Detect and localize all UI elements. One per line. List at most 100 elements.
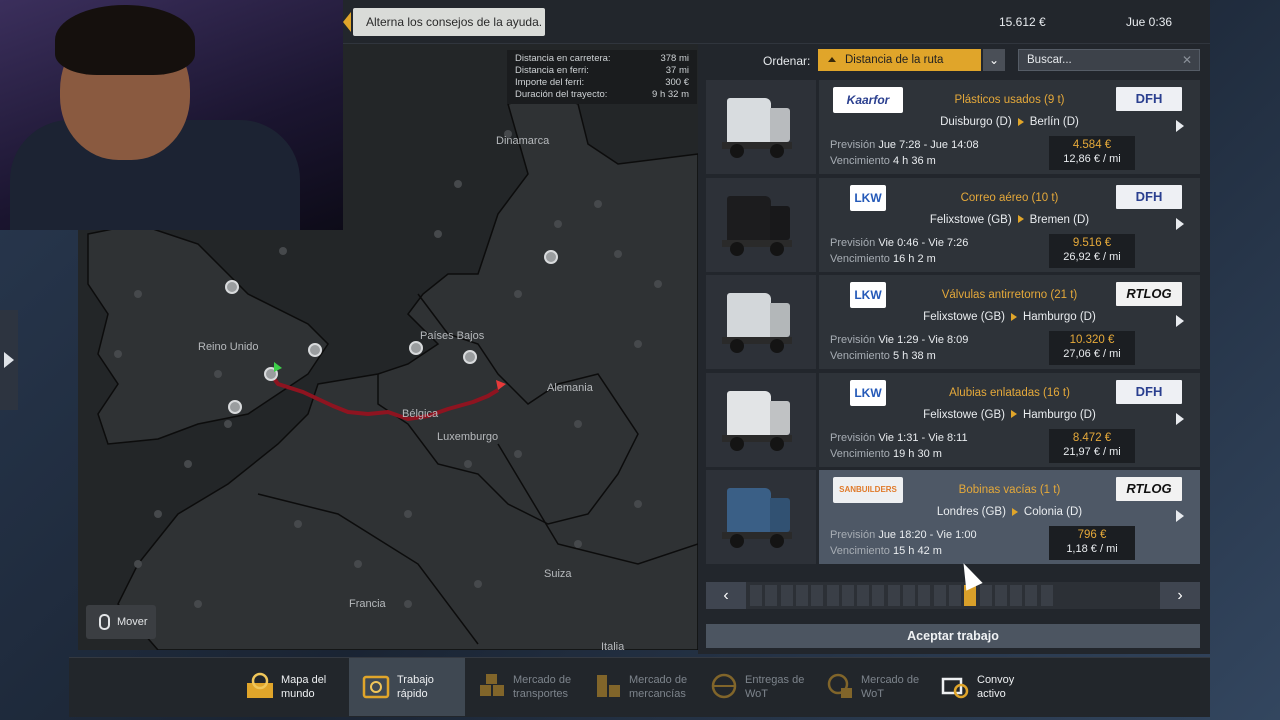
job-expiry: Vencimiento 16 h 2 m [830, 252, 936, 265]
clear-search-icon[interactable]: ✕ [1182, 50, 1192, 70]
page-segment[interactable] [811, 585, 824, 606]
job-details-arrow-icon[interactable] [1176, 510, 1184, 522]
job-row[interactable]: LKW Correo aéreo (10 t) DFH Felixstowe (… [706, 177, 1200, 272]
tab-wot-deliveries[interactable]: Entregas de WoT [697, 658, 813, 716]
tab-label: Mercado de mercancías [629, 674, 688, 700]
tab-convoy[interactable]: Convoy activo [929, 658, 1045, 716]
job-card[interactable]: LKW Válvulas antirretorno (21 t) RTLOG F… [819, 275, 1200, 369]
job-eta: Previsión Jue 7:28 - Jue 14:08 [830, 139, 979, 151]
truck-thumbnail [706, 275, 816, 369]
job-details-arrow-icon[interactable] [1176, 315, 1184, 327]
tab-wot-market[interactable]: Mercado de WoT [813, 658, 929, 716]
side-expand-handle[interactable] [0, 310, 18, 410]
page-segment[interactable] [948, 585, 961, 606]
job-price-box: 8.472 € 21,97 € / mi [1049, 428, 1135, 463]
tab-label: Mapa del mundo [281, 674, 327, 700]
page-segment[interactable] [903, 585, 915, 606]
job-eta: Previsión Jue 18:20 - Vie 1:00 [830, 529, 977, 541]
job-price: 8.472 € [1072, 431, 1112, 444]
route-info-box: Distancia en carretera: 378 mi Distancia … [507, 50, 697, 104]
map-label-belgium: Bélgica [402, 408, 439, 420]
job-rate: 21,97 € / mi [1063, 445, 1121, 458]
sort-select[interactable]: Distancia de la ruta [818, 49, 981, 71]
next-page-button[interactable]: › [1160, 582, 1200, 609]
page-segment[interactable] [994, 585, 1007, 606]
job-row[interactable]: LKW Alubias enlatadas (16 t) DFH Felixst… [706, 372, 1200, 467]
page-segment[interactable] [1025, 585, 1038, 606]
info-row-ferry-cost: Importe del ferri: 300 € [515, 77, 689, 88]
job-expiry: Vencimiento 19 h 30 m [830, 447, 942, 460]
job-price: 796 € [1077, 529, 1107, 541]
tab-label: Mercado de WoT [861, 674, 920, 700]
world-map-icon [245, 671, 275, 701]
page-segment[interactable] [1040, 585, 1053, 606]
job-eta: Previsión Vie 1:31 - Vie 8:11 [830, 431, 968, 444]
game-time: Jue 0:36 [1126, 15, 1173, 29]
move-map-button[interactable]: Mover [86, 605, 156, 639]
job-expiry: Vencimiento 4 h 36 m [830, 155, 936, 167]
map-label-italy: Italia [601, 641, 625, 650]
page-segment[interactable] [857, 585, 870, 606]
tab-label: Entregas de WoT [745, 674, 805, 700]
job-card[interactable]: Kaarfor Plásticos usados (9 t) DFH Duisb… [819, 80, 1200, 174]
page-segment[interactable] [780, 585, 793, 606]
tab-cargo-market[interactable]: Mercado de mercancías [581, 658, 697, 716]
job-details-arrow-icon[interactable] [1176, 412, 1184, 425]
job-row[interactable]: LKW Válvulas antirretorno (21 t) RTLOG F… [706, 275, 1200, 369]
map-label-germany: Alemania [547, 382, 593, 394]
job-rate: 12,86 € / mi [1063, 153, 1121, 165]
tab-label: Trabajo rápido [397, 674, 434, 700]
page-segment[interactable] [887, 585, 900, 606]
job-card[interactable]: SANBUILDERS Bobinas vacías (1 t) RTLOG L… [819, 470, 1200, 564]
page-segment[interactable] [765, 585, 778, 606]
page-segment[interactable] [1010, 585, 1023, 606]
convoy-icon [941, 671, 971, 701]
sort-dropdown-button[interactable]: ⌄ [983, 49, 1005, 71]
job-row[interactable]: SANBUILDERS Bobinas vacías (1 t) RTLOG L… [706, 470, 1200, 564]
carrier-logo: RTLOG [1116, 282, 1182, 306]
accept-job-button[interactable]: Aceptar trabajo [706, 624, 1200, 648]
page-segment[interactable] [918, 585, 931, 606]
page-segment[interactable] [979, 585, 992, 606]
page-segment[interactable] [872, 585, 885, 606]
page-segment[interactable] [826, 585, 839, 606]
job-expiry: Vencimiento 5 h 38 m [830, 350, 936, 362]
job-details-arrow-icon[interactable] [1176, 217, 1184, 230]
job-route: Londres (GB) Colonia (D) [936, 506, 1083, 518]
truck-icon [722, 98, 792, 160]
help-tip-toggle[interactable]: Alterna los consejos de la ayuda. [353, 8, 545, 36]
sort-label: Ordenar: [763, 54, 811, 68]
webcam-overlay [0, 0, 343, 230]
job-expiry: Vencimiento 15 h 42 m [830, 545, 942, 557]
page-segment[interactable] [750, 585, 762, 606]
tab-label: Convoy activo [977, 674, 1015, 700]
job-route: Duisburgo (D) Berlín (D) [940, 116, 1079, 128]
wot-deliveries-icon [709, 671, 739, 701]
job-details-arrow-icon[interactable] [1176, 120, 1184, 132]
page-segment[interactable] [841, 585, 854, 606]
truck-icon [722, 195, 792, 258]
carrier-logo: DFH [1116, 184, 1182, 209]
job-price-box: 796 € 1,18 € / mi [1049, 526, 1135, 560]
search-input[interactable]: Buscar... ✕ [1018, 49, 1200, 71]
prev-page-button[interactable]: ‹ [706, 582, 746, 609]
page-segment[interactable] [795, 585, 808, 606]
wot-market-icon [825, 671, 855, 701]
job-card[interactable]: LKW Alubias enlatadas (16 t) DFH Felixst… [819, 372, 1200, 467]
job-pager: ‹ › [706, 582, 1200, 609]
job-card[interactable]: LKW Correo aéreo (10 t) DFH Felixstowe (… [819, 177, 1200, 272]
job-row[interactable]: Kaarfor Plásticos usados (9 t) DFH Duisb… [706, 80, 1200, 174]
page-segment[interactable] [933, 585, 946, 606]
truck-thumbnail [706, 80, 816, 174]
tab-quick-job[interactable]: Trabajo rápido [349, 658, 465, 716]
map-label-france: Francia [349, 598, 386, 610]
move-label: Mover [117, 616, 148, 628]
arrow-right-icon [1011, 507, 1018, 516]
quick-job-icon [361, 671, 391, 701]
tab-world-map[interactable]: Mapa del mundo [233, 658, 349, 716]
tab-freight-market[interactable]: Mercado de transportes [465, 658, 581, 716]
job-rate: 26,92 € / mi [1063, 250, 1121, 263]
job-eta: Previsión Vie 1:29 - Vie 8:09 [830, 334, 969, 346]
map-label-denmark: Dinamarca [496, 135, 550, 147]
job-route: Felixstowe (GB) Hamburgo (D) [923, 311, 1096, 323]
